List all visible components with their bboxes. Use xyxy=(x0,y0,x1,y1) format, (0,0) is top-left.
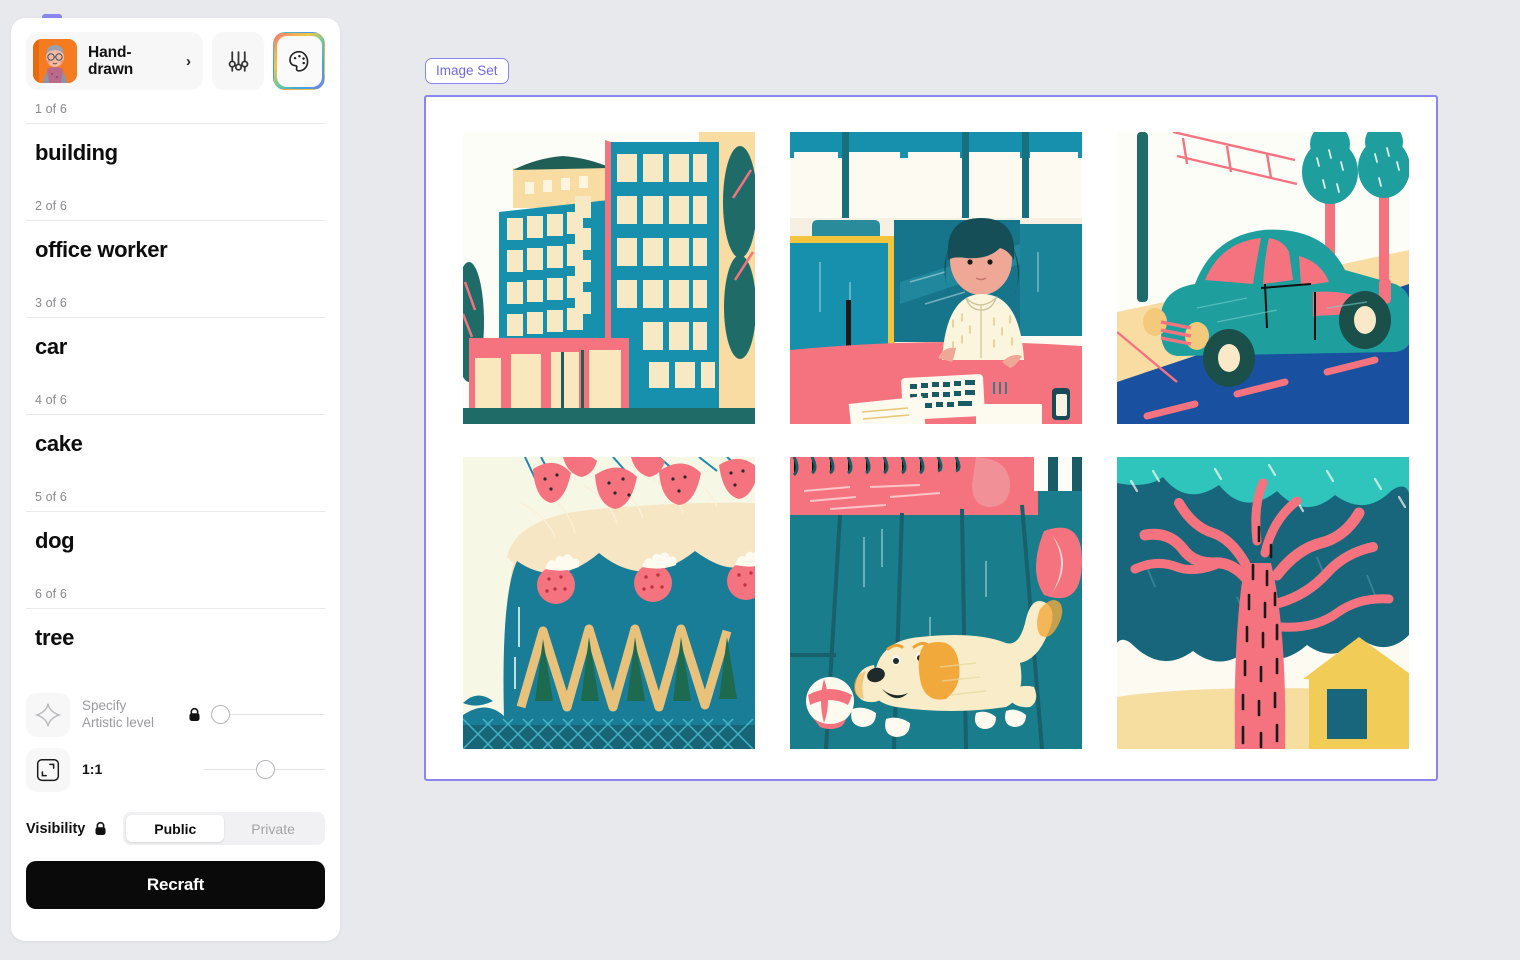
sliders-icon xyxy=(228,50,248,72)
app-root: Hand-drawn › 1 of 6 building 2 of 6 offi… xyxy=(0,0,1520,960)
artistic-level-slider[interactable] xyxy=(211,705,325,725)
style-thumbnail xyxy=(33,39,77,83)
image-cell-building[interactable] xyxy=(463,132,755,424)
prompt-list: 1 of 6 building 2 of 6 office worker 3 o… xyxy=(26,102,325,684)
prompt-counter: 5 of 6 xyxy=(35,490,67,504)
slider-knob[interactable] xyxy=(211,705,230,724)
artistic-level-icon-button[interactable] xyxy=(26,692,70,737)
visibility-row: Visibility Public Private xyxy=(26,812,325,845)
image-cell-office-worker[interactable] xyxy=(790,132,1082,424)
aspect-ratio-slider[interactable] xyxy=(204,760,325,780)
recraft-button[interactable]: Recraft xyxy=(26,861,325,909)
prompt-item[interactable]: 4 of 6 cake xyxy=(26,393,325,490)
prompt-counter: 6 of 6 xyxy=(35,587,67,601)
artistic-level-label: Specify Artistic level xyxy=(82,698,188,731)
image-cell-tree[interactable] xyxy=(1117,457,1409,749)
prompt-text[interactable]: dog xyxy=(26,512,325,587)
prompt-counter: 4 of 6 xyxy=(35,393,67,407)
prompt-text[interactable]: tree xyxy=(26,609,325,684)
aspect-ratio-icon-button[interactable] xyxy=(26,747,70,792)
prompt-counter: 3 of 6 xyxy=(35,296,67,310)
image-cell-cake[interactable] xyxy=(463,457,755,749)
style-name-label: Hand-drawn xyxy=(88,43,134,78)
artistic-level-label-line2: Artistic level xyxy=(82,714,155,730)
image-cell-dog[interactable] xyxy=(790,457,1082,749)
palette-button[interactable] xyxy=(273,32,325,90)
settings-sliders-button[interactable] xyxy=(212,32,264,90)
visibility-toggle-group: Public Private xyxy=(123,812,325,845)
prompt-counter: 2 of 6 xyxy=(35,199,67,213)
prompt-item[interactable]: 2 of 6 office worker xyxy=(26,199,325,296)
prompt-counter: 1 of 6 xyxy=(35,102,67,116)
prompt-item[interactable]: 3 of 6 car xyxy=(26,296,325,393)
crop-frame-icon xyxy=(36,758,60,781)
visibility-option-public[interactable]: Public xyxy=(126,815,225,842)
lock-icon xyxy=(95,821,106,835)
style-row: Hand-drawn › xyxy=(26,32,325,90)
visibility-option-private[interactable]: Private xyxy=(224,815,322,842)
prompt-text[interactable]: cake xyxy=(26,415,325,490)
aspect-ratio-row: 1:1 xyxy=(26,745,325,794)
prompt-item[interactable]: 6 of 6 tree xyxy=(26,587,325,684)
palette-icon xyxy=(289,50,309,72)
prompt-text[interactable]: building xyxy=(26,124,325,199)
aspect-ratio-label: 1:1 xyxy=(82,760,103,777)
image-set-badge[interactable]: Image Set xyxy=(425,58,509,84)
image-grid xyxy=(463,132,1409,749)
image-cell-car[interactable] xyxy=(1117,132,1409,424)
artistic-level-lock[interactable] xyxy=(188,707,201,722)
lock-icon xyxy=(189,707,200,721)
prompt-item[interactable]: 5 of 6 dog xyxy=(26,490,325,587)
style-selector-button[interactable]: Hand-drawn › xyxy=(26,32,203,90)
prompt-text[interactable]: car xyxy=(26,318,325,393)
visibility-label: Visibility xyxy=(26,820,86,837)
slider-knob[interactable] xyxy=(256,760,276,779)
artistic-level-row: Specify Artistic level xyxy=(26,690,325,739)
sparkle-icon xyxy=(34,703,62,726)
generation-settings-panel: Hand-drawn › 1 of 6 building 2 of 6 offi… xyxy=(11,18,340,941)
visibility-lock[interactable] xyxy=(94,821,107,836)
prompt-text[interactable]: office worker xyxy=(26,221,325,296)
chevron-right-icon: › xyxy=(186,52,191,70)
artistic-level-label-line1: Specify xyxy=(82,697,127,713)
prompt-item[interactable]: 1 of 6 building xyxy=(26,102,325,199)
settings-section: Specify Artistic level 1:1 xyxy=(26,690,325,794)
image-set-container xyxy=(424,95,1438,781)
